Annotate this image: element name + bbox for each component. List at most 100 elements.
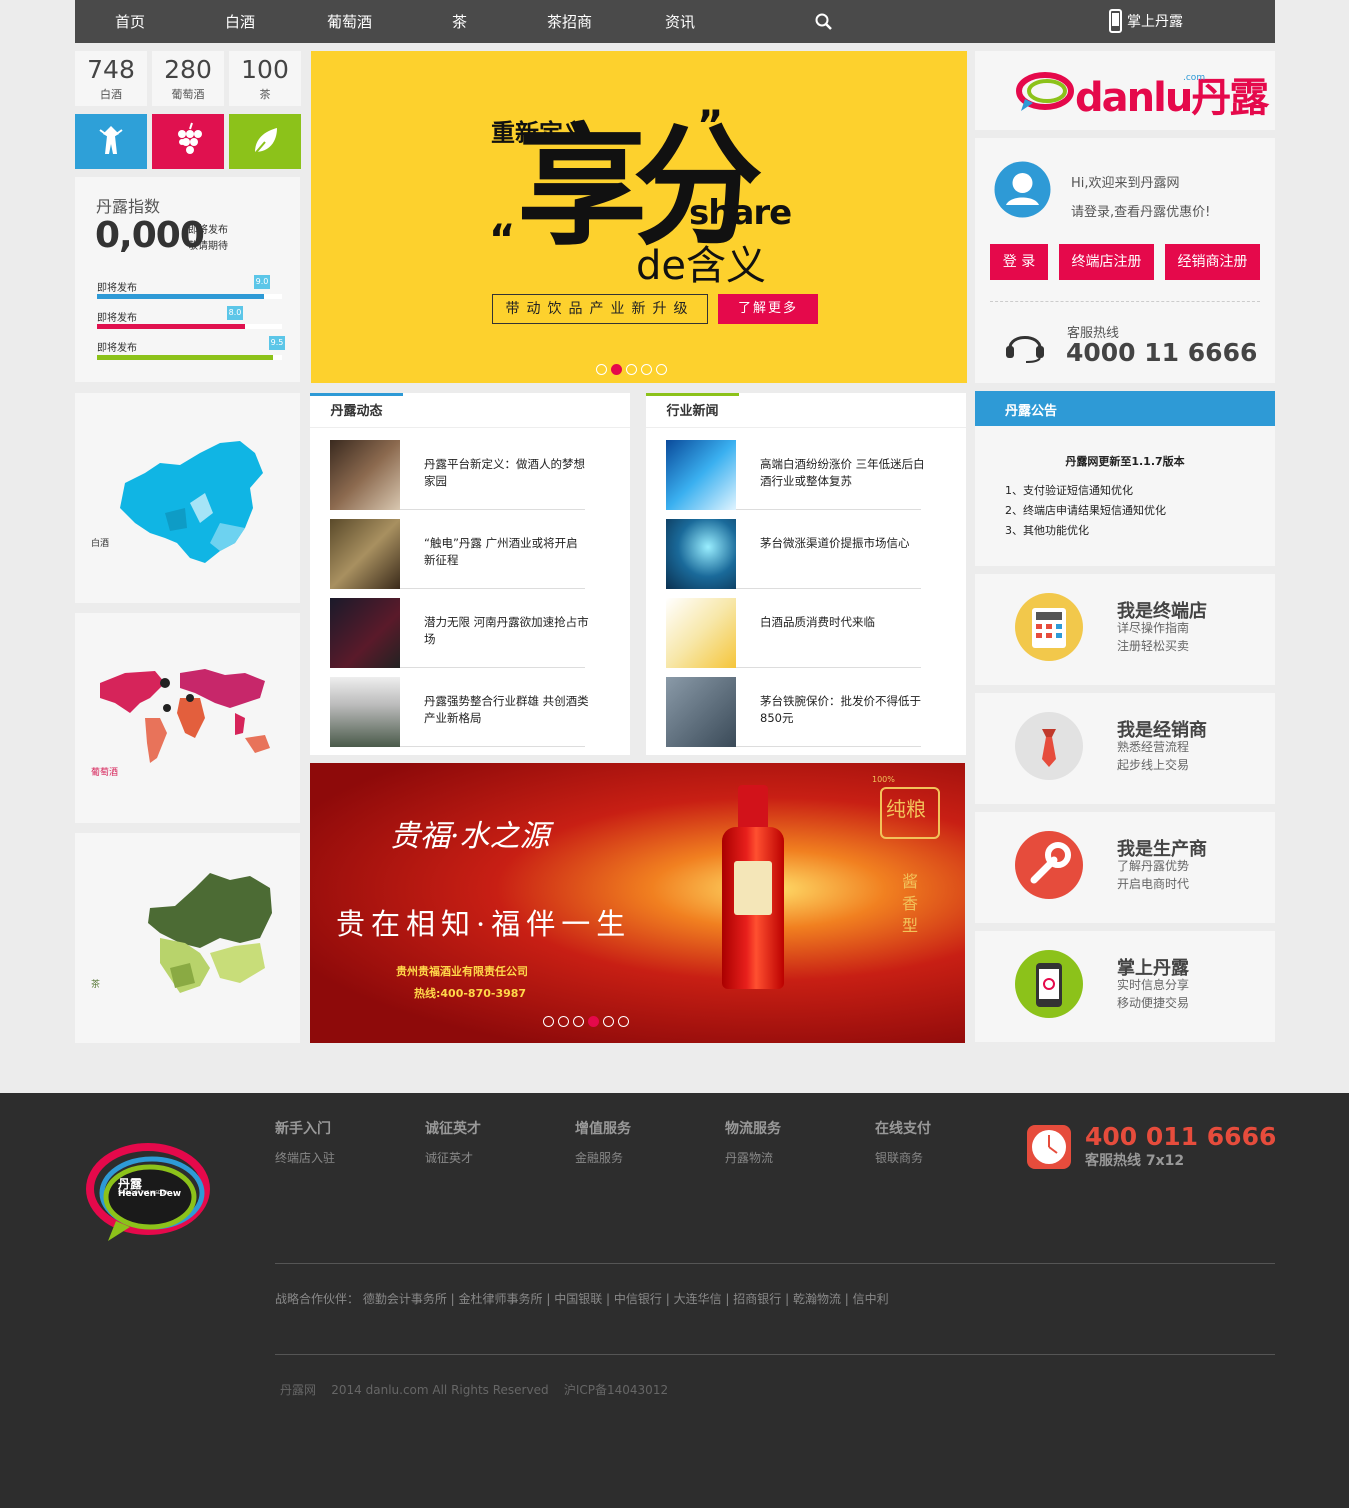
notice-header: 丹露公告 — [975, 391, 1275, 426]
role-sub: 了解丹露优势 — [1117, 859, 1190, 873]
danlu-logo-box[interactable]: danlu丹露 .com — [975, 51, 1275, 130]
pager-dot[interactable] — [558, 1016, 569, 1027]
danlu-index-panel: 丹露指数 0,000 即将发布 敬请期待 即将发布 9.0 即将发布 8.0 即… — [75, 177, 300, 382]
category-wine-tile[interactable] — [152, 114, 224, 169]
news-item[interactable]: 茅台微涨渠道价提振市场信心 — [666, 519, 921, 589]
grape-icon — [178, 122, 202, 154]
stat-label: 葡萄酒 — [171, 88, 205, 101]
pager-dot[interactable] — [543, 1016, 554, 1027]
index-bar-label: 即将发布 — [97, 313, 137, 324]
china-map-baijiu[interactable]: 白酒 — [75, 393, 300, 603]
role-mobile-card[interactable]: 掌上丹露 实时信息分享 移动便捷交易 — [975, 931, 1275, 1042]
footer: 丹露 SPRING OF THE WISDOM Heaven Dew 新手入门 … — [0, 1093, 1349, 1508]
partner-link[interactable]: 德勤会计事务所 — [363, 1292, 447, 1306]
footer-logo-sub: Heaven Dew — [118, 1189, 182, 1199]
news-item[interactable]: 丹露强势整合行业群雄 共创酒类产业新格局 — [330, 677, 589, 747]
category-tea-tile[interactable] — [229, 114, 301, 169]
news-item[interactable]: 丹露平台新定义：做酒人的梦想家园 — [330, 440, 585, 510]
store-register-button[interactable]: 终端店注册 — [1059, 244, 1154, 280]
pager-dot[interactable] — [573, 1016, 584, 1027]
login-button[interactable]: 登 录 — [990, 244, 1048, 280]
nav-baijiu[interactable]: 白酒 — [225, 0, 255, 43]
divider — [990, 301, 1260, 302]
hero-banner[interactable]: 重新定义 享分 ” “ share de含义 带动饮品产业新升级 了解更多 — [311, 51, 967, 383]
category-baijiu-tile[interactable] — [75, 114, 147, 169]
user-avatar-icon — [994, 161, 1051, 218]
pager-dot[interactable] — [618, 1016, 629, 1027]
nav-tea-merchant[interactable]: 茶招商 — [547, 0, 592, 43]
world-map-wine[interactable]: 葡萄酒 — [75, 613, 300, 823]
footer-link[interactable]: 终端店入驻 — [275, 1149, 335, 1166]
tab-danlu-news[interactable]: 丹露动态 — [310, 393, 403, 427]
nav-wine[interactable]: 葡萄酒 — [327, 0, 372, 43]
pager-dot[interactable] — [603, 1016, 614, 1027]
role-producer-card[interactable]: 我是生产商 了解丹露优势 开启电商时代 — [975, 812, 1275, 923]
nav-tea[interactable]: 茶 — [452, 0, 467, 43]
danlu-logo-bubble-icon — [1016, 72, 1074, 111]
news-item[interactable]: “触电”丹露 广州酒业或将开启新征程 — [330, 519, 585, 589]
partner-link[interactable]: 中国银联 — [554, 1292, 602, 1306]
pager-dot[interactable] — [641, 364, 652, 375]
role-store-card[interactable]: 我是终端店 详尽操作指南 注册轻松买卖 — [975, 574, 1275, 685]
news-thumbnail — [330, 598, 400, 668]
news-item[interactable]: 茅台铁腕保价：批发价不得低于850元 — [666, 677, 921, 747]
notice-item[interactable]: 2、终端店申请结果短信通知优化 — [1005, 502, 1166, 518]
danlu-news-panel: 丹露动态 丹露平台新定义：做酒人的梦想家园 “触电”丹露 广州酒业或将开启新征程… — [310, 393, 630, 755]
clock-icon — [1027, 1125, 1071, 1169]
footer-link[interactable]: 金融服务 — [575, 1149, 623, 1166]
pager-dot[interactable] — [596, 364, 607, 375]
map-label: 茶 — [91, 980, 101, 990]
news-item[interactable]: 潜力无限 河南丹露欲加速抢占市场 — [330, 598, 589, 668]
notice-title[interactable]: 丹露网更新至1.1.7版本 — [975, 453, 1275, 469]
role-sub: 开启电商时代 — [1117, 877, 1190, 891]
footer-col-head: 物流服务 — [725, 1121, 781, 1137]
ad-brand: 贵福·水之源 — [390, 819, 550, 854]
role-dealer-card[interactable]: 我是经销商 熟悉经营流程 起步线上交易 — [975, 693, 1275, 804]
banner-learn-more-button[interactable]: 了解更多 — [718, 294, 818, 324]
index-bar-label: 即将发布 — [97, 283, 137, 294]
role-sub: 移动便捷交易 — [1117, 996, 1190, 1010]
news-title: 丹露强势整合行业群雄 共创酒类产业新格局 — [424, 694, 589, 725]
news-item[interactable]: 白酒品质消费时代来临 — [666, 598, 921, 668]
index-bar — [97, 324, 245, 329]
role-sub: 注册轻松买卖 — [1117, 639, 1190, 653]
stat-number: 748 — [87, 55, 135, 84]
index-bar-value: 9.0 — [254, 275, 270, 289]
nav-mobile-danlu[interactable]: 掌上丹露 — [1127, 0, 1183, 43]
guifu-ad-banner[interactable]: 贵福·水之源 贵在相知·福伴一生 贵州贵福酒业有限责任公司 热线:400-870… — [310, 763, 965, 1043]
tab-industry-news[interactable]: 行业新闻 — [646, 393, 739, 427]
stat-number: 280 — [164, 55, 212, 84]
footer-link[interactable]: 银联商务 — [875, 1149, 923, 1166]
pager-dot-active[interactable] — [611, 364, 622, 375]
partner-link[interactable]: 信中利 — [853, 1292, 889, 1306]
news-item[interactable]: 高端白酒纷纷涨价 三年低迷后白酒行业或整体复苏 — [666, 440, 925, 510]
index-bar — [97, 355, 273, 360]
notice-item[interactable]: 3、其他功能优化 — [1005, 522, 1089, 538]
footer-phone: 400 011 6666 — [1085, 1122, 1277, 1151]
nav-home[interactable]: 首页 — [115, 0, 145, 43]
danlu-logo-com: .com — [1183, 73, 1206, 83]
search-icon[interactable] — [815, 13, 832, 30]
partner-link[interactable]: 中信银行 — [614, 1292, 662, 1306]
nav-news[interactable]: 资讯 — [665, 0, 695, 43]
stat-tea[interactable]: 100 茶 — [229, 51, 301, 106]
pager-dot[interactable] — [656, 364, 667, 375]
banner-box-text: 带动饮品产业新升级 — [492, 294, 708, 324]
stat-baijiu[interactable]: 748 白酒 — [75, 51, 147, 106]
partner-link[interactable]: 乾瀚物流 — [793, 1292, 841, 1306]
tea-region-map[interactable]: 茶 — [75, 833, 300, 1043]
dealer-register-button[interactable]: 经销商注册 — [1165, 244, 1260, 280]
baijiu-figure-icon — [99, 126, 123, 154]
notice-tab[interactable]: 丹露公告 — [1005, 400, 1057, 419]
stat-wine[interactable]: 280 葡萄酒 — [152, 51, 224, 106]
partner-link[interactable]: 大连华信 — [674, 1292, 722, 1306]
notice-item[interactable]: 1、支付验证短信通知优化 — [1005, 482, 1133, 498]
pager-dot-active[interactable] — [588, 1016, 599, 1027]
footer-link[interactable]: 诚征英才 — [425, 1149, 473, 1166]
top-nav: 首页 白酒 葡萄酒 茶 茶招商 资讯 掌上丹露 — [75, 0, 1275, 43]
wrench-icon — [1015, 831, 1083, 899]
partner-link[interactable]: 招商银行 — [733, 1292, 781, 1306]
footer-link[interactable]: 丹露物流 — [725, 1149, 773, 1166]
pager-dot[interactable] — [626, 364, 637, 375]
partner-link[interactable]: 金杜律师事务所 — [459, 1292, 543, 1306]
